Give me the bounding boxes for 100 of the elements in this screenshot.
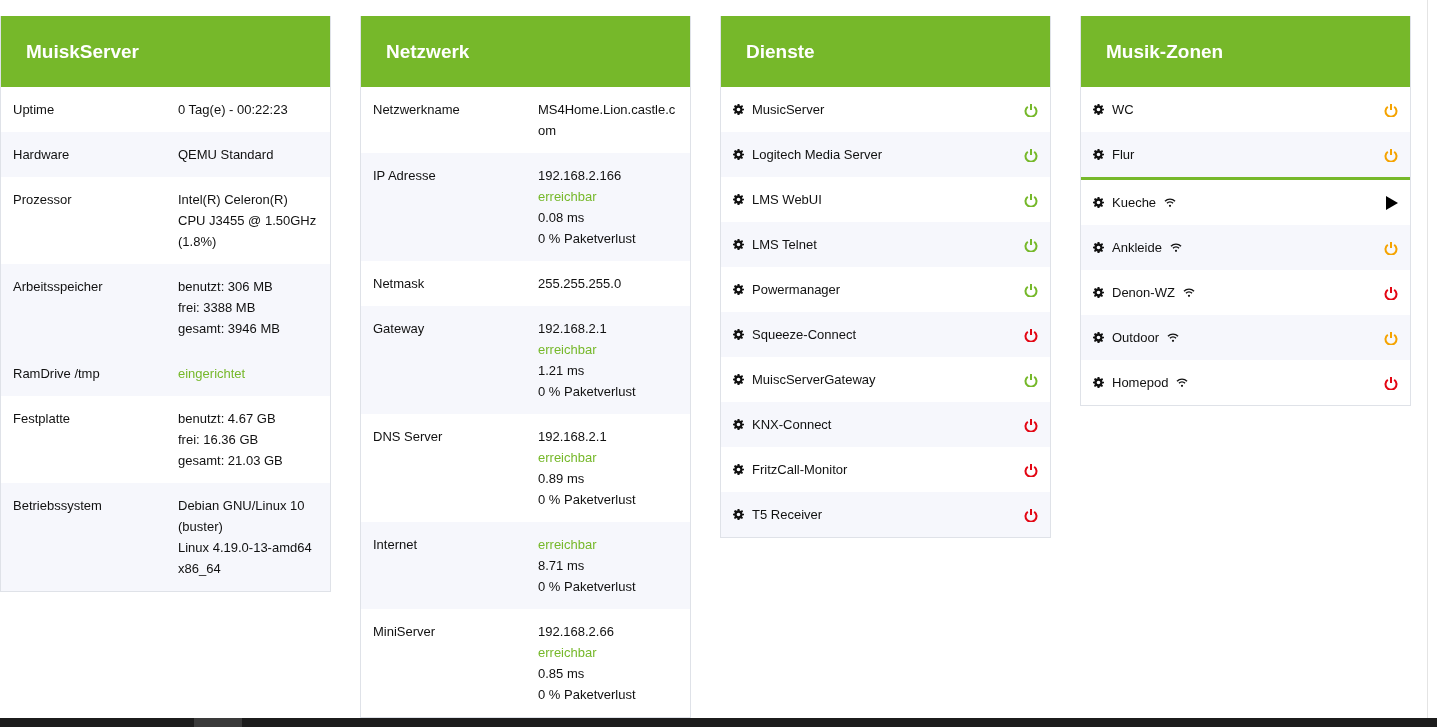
zone-name: Kueche: [1112, 195, 1157, 210]
power-icon[interactable]: [1384, 375, 1398, 390]
field-value: Linux 4.19.0-13-amd64 x86_64: [178, 539, 313, 578]
field-value: gesamt: 21.03 GB: [178, 452, 284, 470]
power-icon[interactable]: [1024, 282, 1038, 297]
field-value: 192.168.2.166: [538, 167, 623, 185]
field-value: 0 % Paketverlust: [538, 578, 637, 596]
panel-title: Netzwerk: [361, 16, 690, 87]
service-name: Logitech Media Server: [752, 147, 883, 162]
field-value: 0 % Paketverlust: [538, 383, 637, 401]
zone-name: Flur: [1112, 147, 1135, 162]
gear-icon: [1093, 104, 1104, 115]
power-icon[interactable]: [1024, 192, 1038, 207]
power-icon[interactable]: [1024, 372, 1038, 387]
service-name: LMS Telnet: [752, 237, 817, 252]
field-value: 0 % Paketverlust: [538, 686, 637, 704]
service-name: Powermanager: [752, 282, 841, 297]
gear-icon: [733, 329, 744, 340]
field-label: IP Adresse: [373, 167, 437, 185]
field-label: Prozessor: [13, 191, 73, 209]
field-value: benutzt: 306 MB: [178, 278, 274, 296]
zone-name: Denon-WZ: [1112, 285, 1175, 300]
field-value: 0.08 ms: [538, 209, 586, 227]
field-value: 0 % Paketverlust: [538, 491, 637, 509]
field-label: Internet: [373, 536, 419, 554]
play-icon[interactable]: [1386, 195, 1398, 210]
status-text: erreichbar: [538, 536, 598, 554]
power-icon[interactable]: [1024, 507, 1038, 522]
power-icon[interactable]: [1024, 462, 1038, 477]
gear-icon: [733, 374, 744, 385]
field-label: Betriebssystem: [13, 497, 103, 515]
status-text: erreichbar: [538, 341, 598, 359]
field-label: Netmask: [373, 275, 426, 293]
gear-icon: [1093, 242, 1104, 253]
field-label: Netzwerkname: [373, 101, 461, 119]
field-value: Debian GNU/Linux 10 (buster): [178, 497, 306, 536]
field-value: 0 Tag(e) - 00:22:23: [178, 101, 289, 119]
field-value: frei: 16.36 GB: [178, 431, 260, 449]
field-label: Arbeitsspeicher: [13, 278, 104, 296]
gear-icon: [733, 509, 744, 520]
field-value: 192.168.2.66: [538, 623, 615, 641]
gear-icon: [1093, 332, 1104, 343]
service-name: MusicServer: [752, 102, 825, 117]
gear-icon: [733, 149, 744, 160]
gear-icon: [733, 239, 744, 250]
power-icon[interactable]: [1384, 102, 1398, 117]
field-value: 0.89 ms: [538, 470, 586, 488]
gear-icon: [733, 284, 744, 295]
field-value: benutzt: 4.67 GB: [178, 410, 277, 428]
power-icon[interactable]: [1384, 285, 1398, 300]
field-value: gesamt: 3946 MB: [178, 320, 281, 338]
field-label: Festplatte: [13, 410, 72, 428]
gear-icon: [1093, 377, 1104, 388]
field-value: (1.8%): [178, 233, 218, 251]
status-text: eingerichtet: [178, 365, 247, 383]
field-value: 192.168.2.1: [538, 320, 608, 338]
gear-icon: [1093, 197, 1104, 208]
power-icon[interactable]: [1024, 237, 1038, 252]
field-label: MiniServer: [373, 623, 437, 641]
field-value: Intel(R) Celeron(R) CPU J3455 @ 1.50GHz: [178, 191, 317, 230]
zone-name: WC: [1112, 102, 1134, 117]
gear-icon: [1093, 149, 1104, 160]
gear-icon: [733, 194, 744, 205]
service-name: MuiscServerGateway: [752, 372, 876, 387]
status-text: erreichbar: [538, 449, 598, 467]
zone-name: Ankleide: [1112, 240, 1162, 255]
field-value: 255.255.255.0: [538, 275, 623, 293]
service-name: FritzCall-Monitor: [752, 462, 848, 477]
field-value: 0.85 ms: [538, 665, 586, 683]
power-icon[interactable]: [1024, 102, 1038, 117]
field-label: DNS Server: [373, 428, 444, 446]
gear-icon: [733, 464, 744, 475]
status-text: erreichbar: [538, 188, 598, 206]
field-value: 8.71 ms: [538, 557, 586, 575]
field-value: MS4Home.Lion.castle.com: [538, 101, 677, 140]
panel-title: MuiskServer: [1, 16, 330, 87]
field-value: QEMU Standard: [178, 146, 275, 164]
field-label: RamDrive /tmp: [13, 365, 101, 383]
field-label: Uptime: [13, 101, 56, 119]
field-value: frei: 3388 MB: [178, 299, 257, 317]
power-icon[interactable]: [1024, 327, 1038, 342]
service-name: T5 Receiver: [752, 507, 823, 522]
field-value: 192.168.2.1: [538, 428, 608, 446]
zone-name: Homepod: [1112, 375, 1169, 390]
status-text: erreichbar: [538, 644, 598, 662]
gear-icon: [1093, 287, 1104, 298]
field-label: Hardware: [13, 146, 71, 164]
panel-title: Musik-Zonen: [1081, 16, 1410, 87]
gear-icon: [733, 104, 744, 115]
gear-icon: [733, 419, 744, 430]
field-label: Gateway: [373, 320, 426, 338]
power-icon[interactable]: [1024, 417, 1038, 432]
power-icon[interactable]: [1024, 147, 1038, 162]
service-name: Squeeze-Connect: [752, 327, 857, 342]
zone-name: Outdoor: [1112, 330, 1159, 345]
service-name: KNX-Connect: [752, 417, 832, 432]
field-value: 0 % Paketverlust: [538, 230, 637, 248]
service-name: LMS WebUI: [752, 192, 822, 207]
panel-title: Dienste: [721, 16, 1050, 87]
field-value: 1.21 ms: [538, 362, 586, 380]
